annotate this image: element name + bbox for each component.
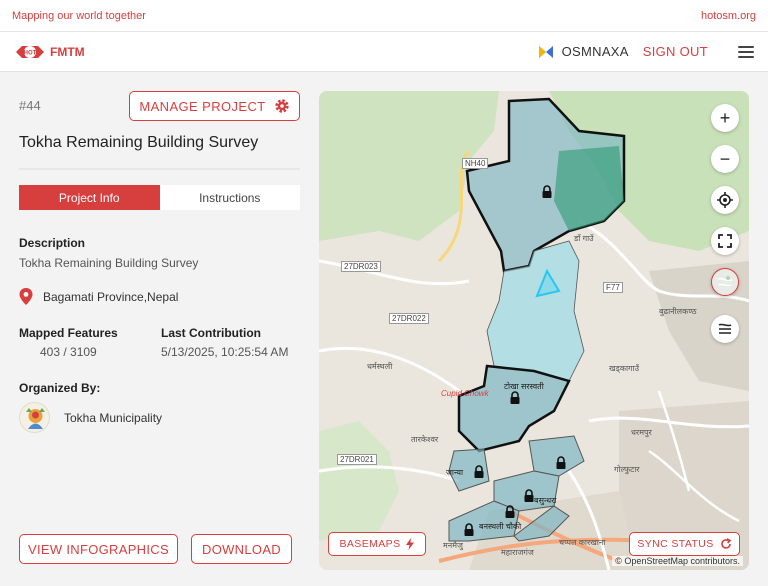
zoom-out-button[interactable]: − (711, 145, 739, 173)
hot-logo-icon: HOT (16, 45, 44, 58)
lock-icon (510, 391, 520, 404)
top-banner: Mapping our world together hotosm.org (0, 0, 768, 32)
hotosm-link[interactable]: hotosm.org (701, 10, 756, 22)
place-label: जान्या (446, 468, 464, 477)
sync-status-label: SYNC STATUS (637, 538, 714, 550)
sign-out-button[interactable]: SIGN OUT (643, 44, 708, 59)
layers-button[interactable] (711, 315, 739, 343)
road-label: NH40 (462, 158, 489, 169)
lock-icon (474, 465, 484, 478)
manage-project-label: MANAGE PROJECT (139, 98, 266, 114)
tagline: Mapping our world together (12, 9, 146, 22)
username: OSMNAXA (561, 44, 629, 59)
organization-avatar (19, 402, 50, 433)
project-location: Bagamati Province,Nepal (19, 288, 178, 305)
layers-icon (718, 323, 732, 334)
map-thumbnail-icon (717, 276, 733, 287)
basemaps-label: BASEMAPS (339, 538, 401, 550)
basemaps-button[interactable]: BASEMAPS (328, 532, 426, 556)
fmtm-logo[interactable]: HOT FMTM (14, 43, 85, 61)
place-label: मनमैजु (443, 541, 463, 550)
app-name: FMTM (50, 44, 85, 59)
locate-me-button[interactable] (711, 186, 739, 214)
layer-preview-button[interactable] (711, 268, 739, 296)
mapped-features-value: 403 / 3109 (40, 345, 97, 359)
project-tabs: Project Info Instructions (19, 168, 300, 210)
fullscreen-icon (718, 234, 732, 248)
place-label: टोखा सरस्वती (504, 382, 544, 391)
map-attribution: © OpenStreetMap contributors. (612, 556, 743, 566)
crosshair-icon (717, 192, 733, 208)
place-label: खड्कागाउँ (609, 364, 639, 373)
location-text: Bagamati Province,Nepal (43, 289, 179, 304)
gear-icon (274, 99, 289, 113)
lock-icon (556, 456, 566, 469)
place-label: चप्पल कारखाना (559, 538, 606, 547)
location-pin-icon (19, 288, 33, 305)
tab-instructions[interactable]: Instructions (159, 185, 300, 210)
hamburger-menu-icon[interactable] (738, 45, 754, 58)
road-label: 27DR022 (389, 313, 429, 324)
view-infographics-button[interactable]: VIEW INFOGRAPHICS (19, 534, 178, 564)
project-id: #44 (19, 98, 41, 113)
app-header: HOT FMTM OSMNAXA SIGN OUT (0, 32, 768, 72)
project-map[interactable]: NH40 27DR023 27DR022 27DR021 F77 धर्मस्थ… (319, 91, 749, 570)
last-contribution-label: Last Contribution (161, 326, 261, 340)
sync-icon (720, 538, 731, 549)
place-label: बसुन्धरा (534, 496, 557, 505)
zoom-in-button[interactable]: + (711, 104, 739, 132)
place-label: डाँ गाउँ (574, 234, 594, 243)
lightning-icon (406, 538, 415, 550)
place-label: बुढानीलकण्ठ (659, 307, 697, 316)
road-label: F77 (603, 282, 623, 293)
download-button[interactable]: DOWNLOAD (191, 534, 292, 564)
place-label: धरमपुर (631, 428, 652, 437)
place-label: महाराजगंज (501, 548, 534, 557)
tab-project-info[interactable]: Project Info (19, 185, 160, 210)
user-menu[interactable]: OSMNAXA (538, 44, 629, 59)
lock-icon (464, 523, 474, 536)
place-label: बनस्थली चौकी (479, 522, 522, 531)
osm-user-icon (538, 45, 553, 58)
road-label: 27DR023 (341, 261, 381, 272)
project-panel: #44 MANAGE PROJECT Tokha Remaining Build… (0, 72, 310, 586)
organization-name: Tokha Municipality (64, 410, 163, 425)
last-contribution-value: 5/13/2025, 10:25:54 AM (161, 345, 289, 359)
place-label: गोल्फुटार (614, 465, 640, 474)
lock-icon (505, 505, 515, 518)
organized-by-label: Organized By: (19, 381, 101, 395)
page-title: Tokha Remaining Building Survey (19, 134, 259, 151)
organization: Tokha Municipality (19, 402, 162, 433)
description-text: Tokha Remaining Building Survey (19, 256, 199, 270)
description-label: Description (19, 236, 86, 250)
place-label: धर्मस्थली (367, 362, 393, 371)
place-label: Cupid Chowk (441, 389, 489, 398)
svg-text:HOT: HOT (24, 50, 37, 56)
manage-project-button[interactable]: MANAGE PROJECT (129, 91, 300, 121)
fullscreen-button[interactable] (711, 227, 739, 255)
road-label: 27DR021 (337, 454, 377, 465)
lock-icon (542, 185, 552, 198)
sync-status-button[interactable]: SYNC STATUS (629, 532, 740, 556)
place-label: तारकेश्वर (411, 435, 439, 444)
mapped-features-label: Mapped Features (19, 326, 118, 340)
